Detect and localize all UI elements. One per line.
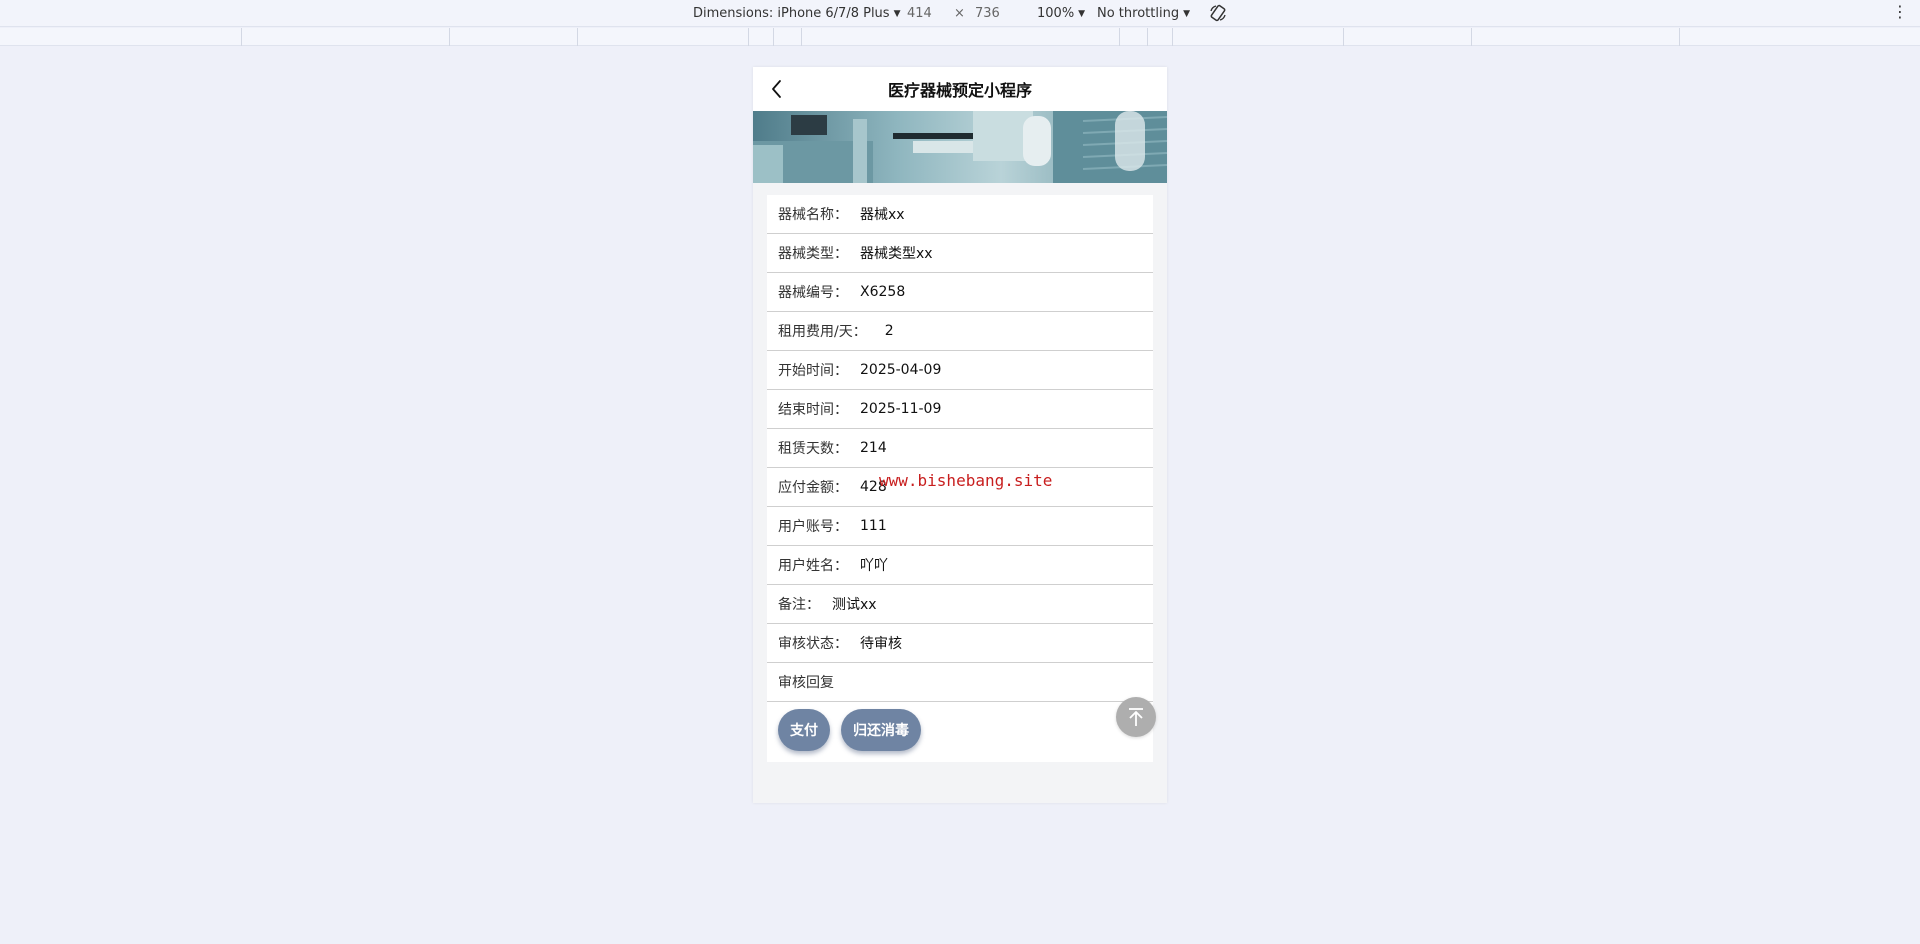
chevron-down-icon: ▼ [893,9,901,19]
chevron-down-icon: ▼ [1183,9,1190,19]
field-label: 器械编号： [778,285,848,301]
field-row-rental-days: 租赁天数： 214 [767,429,1153,468]
width-input[interactable]: 414 [907,6,932,21]
field-label: 备注： [778,597,820,613]
page-title: 医疗器械预定小程序 [887,81,1032,100]
field-value: X6258 [860,284,906,300]
back-to-top-button[interactable] [1116,697,1156,737]
field-value: 待审核 [860,636,902,652]
field-value: 2025-04-09 [860,362,942,378]
field-row-device-name: 器械名称： 器械xx [767,195,1153,234]
ruler-mark[interactable] [773,28,774,46]
field-label: 租用费用/天： [778,324,867,340]
rotate-icon[interactable] [1208,3,1228,23]
ruler-mark[interactable] [1172,28,1173,46]
ruler-mark[interactable] [748,28,749,46]
field-label: 器械类型： [778,246,848,262]
field-label: 用户姓名： [778,558,848,574]
zoom-select[interactable]: 100% ▼ [1037,6,1085,21]
field-value: 器械xx [860,207,905,223]
field-label: 租赁天数： [778,441,848,457]
field-row-daily-fee: 租用费用/天： 2 [767,312,1153,351]
device-toolbar: Dimensions: iPhone 6/7/8 Plus ▼ 414 × 736… [0,0,1920,27]
field-label: 器械名称： [778,207,848,223]
field-label: 应付金额： [778,480,848,496]
media-query-ruler [0,28,1920,46]
times-sign: × [954,6,965,21]
field-row-end-time: 结束时间： 2025-11-09 [767,390,1153,429]
field-value: 吖吖 [860,558,888,574]
field-value: 214 [860,440,887,456]
return-disinfect-button[interactable]: 归还消毒 [841,709,921,751]
back-arrow-icon[interactable] [765,77,789,101]
ruler-mark[interactable] [449,28,450,46]
field-row-user-account: 用户账号： 111 [767,507,1153,546]
field-row-device-type: 器械类型： 器械类型xx [767,234,1153,273]
action-bar: 支付 归还消毒 [767,702,1153,758]
chevron-down-icon: ▼ [1078,9,1086,19]
device-dimensions-label: Dimensions: iPhone 6/7/8 Plus [693,6,890,21]
ruler-mark[interactable] [1679,28,1680,46]
phone-viewport: 医疗器械预定小程序 器械名称： 器械xx 器械类型： 器械类型xx 器械编号： … [753,67,1167,803]
pay-button[interactable]: 支付 [778,709,830,751]
field-value: 器械类型xx [860,246,933,262]
field-row-device-number: 器械编号： X6258 [767,273,1153,312]
ruler-mark[interactable] [1147,28,1148,46]
field-value: 2025-11-09 [860,401,942,417]
ruler-mark[interactable] [1343,28,1344,46]
watermark-text: www.bishebang.site [879,471,1053,490]
field-value: 测试xx [832,597,877,613]
field-row-user-name: 用户姓名： 吖吖 [767,546,1153,585]
nav-bar: 医疗器械预定小程序 [753,67,1167,111]
field-row-review-status: 审核状态： 待审核 [767,624,1153,663]
throttling-select[interactable]: No throttling ▼ [1097,6,1190,21]
ruler-mark[interactable] [801,28,802,46]
field-label: 开始时间： [778,363,848,379]
device-dimensions-select[interactable]: Dimensions: iPhone 6/7/8 Plus ▼ [693,6,901,21]
field-label: 审核回复 [778,675,834,691]
ruler-mark[interactable] [241,28,242,46]
field-row-start-time: 开始时间： 2025-04-09 [767,351,1153,390]
field-row-remark: 备注： 测试xx [767,585,1153,624]
banner-image [753,111,1167,183]
field-label: 用户账号： [778,519,848,535]
throttling-label: No throttling [1097,6,1180,21]
field-value: 111 [860,518,887,534]
field-row-review-reply: 审核回复 [767,663,1153,702]
more-vertical-icon[interactable]: ⋮ [1892,4,1908,20]
field-label: 结束时间： [778,402,848,418]
field-value: 2 [884,323,894,339]
zoom-label: 100% [1037,6,1075,21]
field-label: 审核状态： [778,636,848,652]
ruler-mark[interactable] [1471,28,1472,46]
ruler-mark[interactable] [1119,28,1120,46]
height-input[interactable]: 736 [975,6,1000,21]
arrow-up-to-top-icon [1129,708,1143,726]
ruler-mark[interactable] [577,28,578,46]
